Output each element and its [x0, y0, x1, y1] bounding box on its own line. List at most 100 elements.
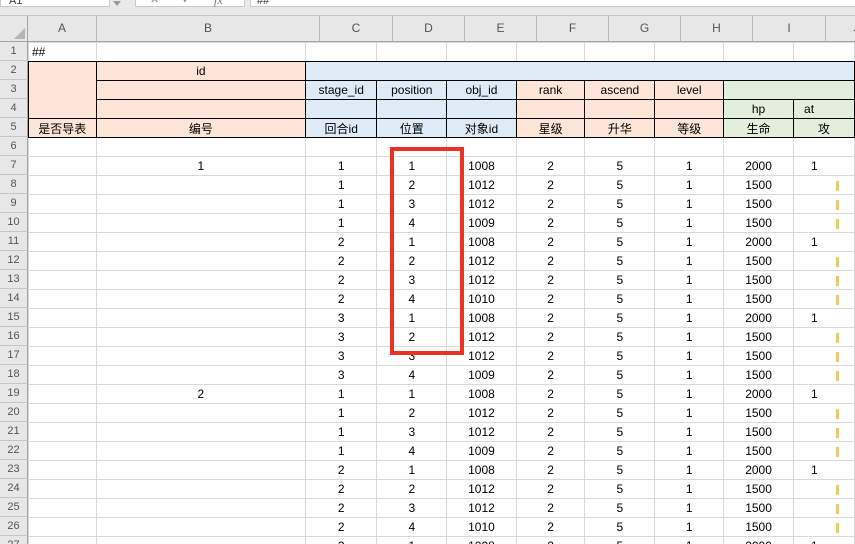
cell-H13[interactable]: 1	[655, 271, 724, 290]
row-header-10[interactable]: 10	[0, 213, 28, 232]
cell-I3-J3-merged[interactable]	[724, 81, 855, 100]
row-header-13[interactable]: 13	[0, 270, 28, 289]
cell-B11[interactable]	[96, 233, 306, 252]
cell-C6[interactable]	[306, 138, 377, 157]
cell-H18[interactable]: 1	[655, 366, 724, 385]
cell-I4-hp[interactable]: hp	[724, 100, 794, 119]
cell-C19[interactable]: 1	[306, 385, 377, 404]
cell-J1[interactable]	[794, 43, 855, 62]
cell-J25[interactable]	[794, 499, 855, 518]
row-header-21[interactable]: 21	[0, 422, 28, 441]
cell-I9[interactable]: 1500	[724, 195, 794, 214]
cell-J11[interactable]: 1	[794, 233, 855, 252]
cell-I20[interactable]: 1500	[724, 404, 794, 423]
cell-B20[interactable]	[96, 404, 306, 423]
cell-B8[interactable]	[96, 176, 306, 195]
row-header-20[interactable]: 20	[0, 403, 28, 422]
column-header-G[interactable]: G	[609, 16, 681, 41]
cell-C7[interactable]: 1	[306, 157, 377, 176]
cell-H3-level[interactable]: level	[655, 81, 724, 100]
cell-A16[interactable]	[29, 328, 97, 347]
cell-F27[interactable]: 2	[516, 537, 585, 544]
cell-H19[interactable]: 1	[655, 385, 724, 404]
column-header-J[interactable]: J	[826, 16, 855, 41]
cell-B27[interactable]	[96, 537, 306, 544]
cell-C18[interactable]: 3	[306, 366, 377, 385]
cell-B14[interactable]	[96, 290, 306, 309]
cell-J14[interactable]	[794, 290, 855, 309]
cell-B13[interactable]	[96, 271, 306, 290]
row-header-26[interactable]: 26	[0, 517, 28, 536]
cell-E22[interactable]: 1009	[447, 442, 516, 461]
cell-D10[interactable]: 4	[377, 214, 447, 233]
row-header-5[interactable]: 5	[0, 118, 28, 137]
cell-A26[interactable]	[29, 518, 97, 537]
cell-I12[interactable]: 1500	[724, 252, 794, 271]
cell-J17[interactable]	[794, 347, 855, 366]
cell-B26[interactable]	[96, 518, 306, 537]
cell-B1[interactable]	[96, 43, 306, 62]
cell-E11[interactable]: 1008	[447, 233, 516, 252]
cell-F13[interactable]: 2	[516, 271, 585, 290]
cancel-icon[interactable]: ✕	[150, 0, 159, 6]
cell-E16[interactable]: 1012	[447, 328, 516, 347]
cell-C21[interactable]: 1	[306, 423, 377, 442]
column-header-C[interactable]: C	[320, 16, 393, 41]
row-header-3[interactable]: 3	[0, 80, 28, 99]
cell-I7[interactable]: 2000	[724, 157, 794, 176]
cell-H27[interactable]: 1	[655, 537, 724, 544]
cell-H25[interactable]: 1	[655, 499, 724, 518]
row-header-16[interactable]: 16	[0, 327, 28, 346]
cell-E15[interactable]: 1008	[447, 309, 516, 328]
cell-E21[interactable]: 1012	[447, 423, 516, 442]
cell-G18[interactable]: 5	[585, 366, 655, 385]
cell-B9[interactable]	[96, 195, 306, 214]
cell-F8[interactable]: 2	[516, 176, 585, 195]
cell-I15[interactable]: 2000	[724, 309, 794, 328]
row-header-19[interactable]: 19	[0, 384, 28, 403]
cell-D3-position[interactable]: position	[377, 81, 447, 100]
cell-F6[interactable]	[516, 138, 585, 157]
cell-B16[interactable]	[96, 328, 306, 347]
cell-F12[interactable]: 2	[516, 252, 585, 271]
row-header-15[interactable]: 15	[0, 308, 28, 327]
cell-G3-ascend[interactable]: ascend	[585, 81, 655, 100]
cell-I21[interactable]: 1500	[724, 423, 794, 442]
cell-C15[interactable]: 3	[306, 309, 377, 328]
cell-F3-rank[interactable]: rank	[516, 81, 585, 100]
row-header-14[interactable]: 14	[0, 289, 28, 308]
cell-D9[interactable]: 3	[377, 195, 447, 214]
cell-D17[interactable]: 3	[377, 347, 447, 366]
row-header-1[interactable]: 1	[0, 42, 28, 61]
cell-D18[interactable]: 4	[377, 366, 447, 385]
cell-A19[interactable]	[29, 385, 97, 404]
cell-E13[interactable]: 1012	[447, 271, 516, 290]
cell-A1[interactable]: ##	[29, 43, 97, 62]
cell-A6[interactable]	[29, 138, 97, 157]
cell-C23[interactable]: 2	[306, 461, 377, 480]
cell-A27[interactable]	[29, 537, 97, 544]
cell-G14[interactable]: 5	[585, 290, 655, 309]
cell-H14[interactable]: 1	[655, 290, 724, 309]
column-header-E[interactable]: E	[465, 16, 537, 41]
cell-D5-position-cn[interactable]: 位置	[377, 119, 447, 138]
cell-A2-merged[interactable]	[29, 62, 97, 119]
cell-C14[interactable]: 2	[306, 290, 377, 309]
cell-A12[interactable]	[29, 252, 97, 271]
cell-I16[interactable]: 1500	[724, 328, 794, 347]
cell-F10[interactable]: 2	[516, 214, 585, 233]
cell-G25[interactable]: 5	[585, 499, 655, 518]
cell-G12[interactable]: 5	[585, 252, 655, 271]
cell-H7[interactable]: 1	[655, 157, 724, 176]
cell-B2-id[interactable]: id	[96, 62, 306, 81]
cell-F20[interactable]: 2	[516, 404, 585, 423]
cell-A25[interactable]	[29, 499, 97, 518]
cell-J7[interactable]: 1	[794, 157, 855, 176]
cell-C16[interactable]: 3	[306, 328, 377, 347]
cell-F25[interactable]: 2	[516, 499, 585, 518]
select-all-corner[interactable]	[0, 16, 28, 41]
cell-J6[interactable]	[794, 138, 855, 157]
cell-I22[interactable]: 1500	[724, 442, 794, 461]
cell-A15[interactable]	[29, 309, 97, 328]
cell-C22[interactable]: 1	[306, 442, 377, 461]
